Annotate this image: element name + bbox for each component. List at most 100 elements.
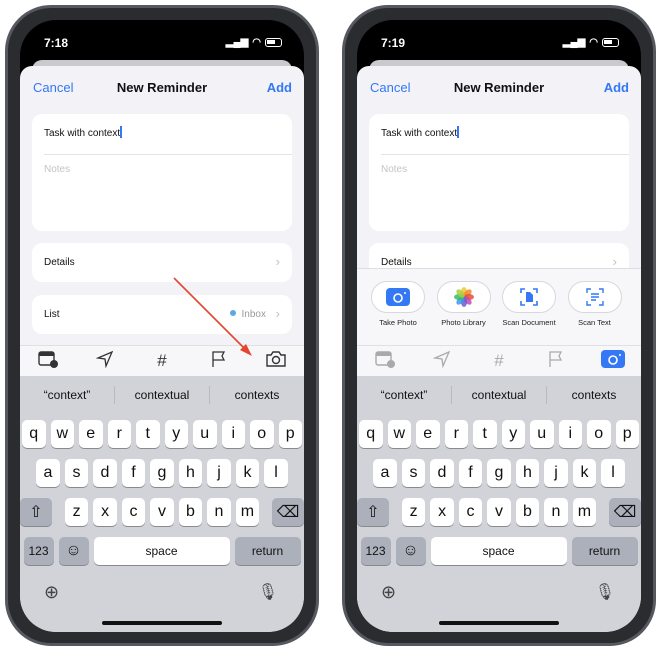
key-a[interactable]: a <box>36 459 60 487</box>
key-e[interactable]: e <box>79 420 103 448</box>
tag-hash-button[interactable]: # <box>484 349 514 373</box>
shift-key[interactable]: ⇧ <box>20 498 52 526</box>
space-key[interactable]: space <box>93 537 230 565</box>
key-y[interactable]: y <box>501 420 525 448</box>
key-o[interactable]: o <box>587 420 611 448</box>
key-q[interactable]: q <box>359 420 383 448</box>
shift-key[interactable]: ⇧ <box>357 498 389 526</box>
key-y[interactable]: y <box>164 420 188 448</box>
tag-hash-button[interactable]: # <box>147 349 177 373</box>
key-x[interactable]: x <box>430 498 454 526</box>
notes-input[interactable]: Notes <box>44 164 70 175</box>
delete-key[interactable]: ⌫ <box>609 498 641 526</box>
location-button[interactable] <box>90 349 120 373</box>
key-d[interactable]: d <box>430 459 454 487</box>
key-n[interactable]: n <box>544 498 568 526</box>
emoji-key[interactable]: ☺ <box>58 537 89 565</box>
camera-button[interactable] <box>261 349 291 373</box>
list-row[interactable]: List Inbox › <box>32 295 292 334</box>
add-button[interactable]: Add <box>267 80 292 95</box>
key-f[interactable]: f <box>458 459 483 487</box>
key-n[interactable]: n <box>207 498 231 526</box>
attachment-scan-text-button[interactable]: Scan Text <box>567 281 622 327</box>
key-v[interactable]: v <box>487 498 511 526</box>
key-s[interactable]: s <box>401 459 426 487</box>
suggestion[interactable]: “context” <box>20 386 115 404</box>
numbers-key[interactable]: 123 <box>360 537 391 565</box>
key-g[interactable]: g <box>150 459 174 487</box>
key-x[interactable]: x <box>93 498 117 526</box>
key-s[interactable]: s <box>64 459 89 487</box>
key-i[interactable]: i <box>558 420 582 448</box>
key-i[interactable]: i <box>221 420 245 448</box>
key-q[interactable]: q <box>22 420 46 448</box>
key-z[interactable]: z <box>64 498 89 526</box>
task-title-input[interactable]: Task with context <box>44 126 122 139</box>
attachment-scan-document-button[interactable]: Scan Document <box>502 281 556 327</box>
key-u[interactable]: u <box>193 420 217 448</box>
attachment-take-photo-button[interactable]: Take Photo <box>371 281 425 327</box>
emoji-key[interactable]: ☺ <box>395 537 426 565</box>
key-b[interactable]: b <box>178 498 203 526</box>
space-key[interactable]: space <box>430 537 567 565</box>
key-g[interactable]: g <box>487 459 511 487</box>
return-key[interactable]: return <box>234 537 301 565</box>
notes-input[interactable]: Notes <box>381 164 407 175</box>
task-title-input[interactable]: Task with context <box>381 126 459 139</box>
key-d[interactable]: d <box>93 459 117 487</box>
key-h[interactable]: h <box>178 459 203 487</box>
key-u[interactable]: u <box>530 420 554 448</box>
delete-key[interactable]: ⌫ <box>272 498 304 526</box>
globe-icon[interactable]: ⊕ <box>381 582 396 603</box>
location-button[interactable] <box>427 349 457 373</box>
key-t[interactable]: t <box>136 420 160 448</box>
key-p[interactable]: p <box>615 420 639 448</box>
key-w[interactable]: w <box>387 420 411 448</box>
key-c[interactable]: c <box>121 498 146 526</box>
key-a[interactable]: a <box>373 459 397 487</box>
key-p[interactable]: p <box>278 420 302 448</box>
key-r[interactable]: r <box>107 420 131 448</box>
suggestion[interactable]: contextual <box>452 386 547 404</box>
microphone-icon[interactable]: 🎙︎ <box>258 582 278 602</box>
attachment-photo-library-button[interactable]: Photo Library <box>436 281 491 327</box>
key-e[interactable]: e <box>416 420 440 448</box>
suggestion[interactable]: contexts <box>210 386 304 404</box>
key-k[interactable]: k <box>572 459 597 487</box>
key-b[interactable]: b <box>515 498 540 526</box>
suggestion[interactable]: “context” <box>357 386 452 404</box>
cancel-button[interactable]: Cancel <box>370 80 410 95</box>
key-c[interactable]: c <box>458 498 483 526</box>
globe-icon[interactable]: ⊕ <box>44 582 59 603</box>
camera-button[interactable] <box>598 349 628 373</box>
key-j[interactable]: j <box>207 459 231 487</box>
key-l[interactable]: l <box>264 459 288 487</box>
key-l[interactable]: l <box>601 459 625 487</box>
flag-button[interactable] <box>204 349 234 373</box>
suggestion[interactable]: contextual <box>115 386 210 404</box>
key-m[interactable]: m <box>572 498 597 526</box>
microphone-icon[interactable]: 🎙︎ <box>595 582 615 602</box>
key-w[interactable]: w <box>50 420 74 448</box>
key-h[interactable]: h <box>515 459 540 487</box>
details-row[interactable]: Details › <box>32 243 292 282</box>
suggestion[interactable]: contexts <box>547 386 641 404</box>
flag-button[interactable] <box>541 349 571 373</box>
key-m[interactable]: m <box>235 498 260 526</box>
cancel-button[interactable]: Cancel <box>33 80 73 95</box>
key-v[interactable]: v <box>150 498 174 526</box>
key-r[interactable]: r <box>444 420 468 448</box>
title-notes-card[interactable]: Task with context Notes <box>32 114 292 231</box>
add-button[interactable]: Add <box>604 80 629 95</box>
key-f[interactable]: f <box>121 459 146 487</box>
title-notes-card[interactable]: Task with context Notes <box>369 114 629 231</box>
key-z[interactable]: z <box>401 498 426 526</box>
key-t[interactable]: t <box>473 420 497 448</box>
key-k[interactable]: k <box>235 459 260 487</box>
numbers-key[interactable]: 123 <box>23 537 54 565</box>
calendar-clock-button[interactable] <box>370 349 400 373</box>
return-key[interactable]: return <box>571 537 638 565</box>
calendar-clock-button[interactable] <box>33 349 63 373</box>
key-j[interactable]: j <box>544 459 568 487</box>
key-o[interactable]: o <box>250 420 274 448</box>
